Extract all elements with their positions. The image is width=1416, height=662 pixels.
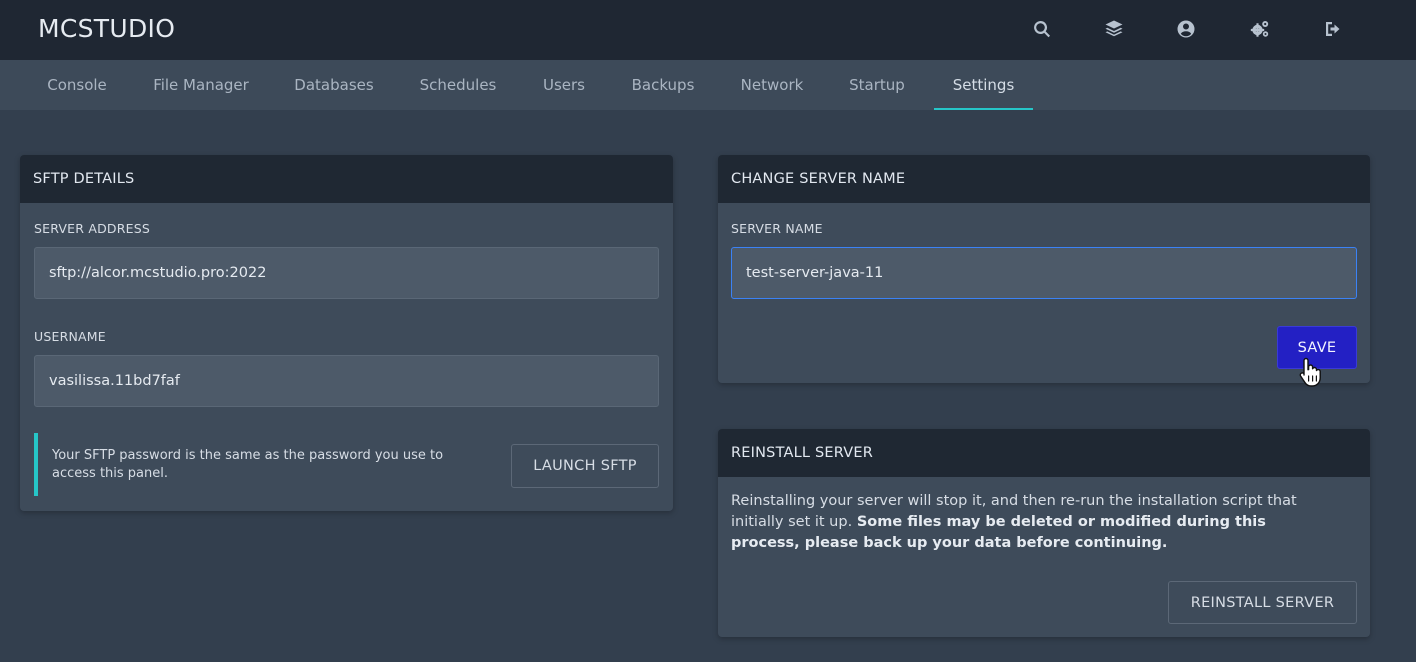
tab-network[interactable]: Network [729, 60, 815, 110]
card-title: SFTP DETAILS [20, 155, 673, 203]
brand-logo[interactable]: MCSTUDIO [38, 14, 175, 43]
sftp-details-card: SFTP DETAILS SERVER ADDRESS USERNAME You… [20, 155, 673, 511]
sign-out-icon[interactable] [1320, 16, 1346, 42]
user-circle-icon[interactable] [1173, 16, 1199, 42]
tab-schedules[interactable]: Schedules [406, 60, 510, 110]
sftp-password-note: Your SFTP password is the same as the pa… [34, 433, 464, 496]
reinstall-server-card: REINSTALL SERVER Reinstalling your serve… [718, 429, 1370, 637]
card-title: CHANGE SERVER NAME [718, 155, 1370, 203]
top-bar: MCSTUDIO [0, 0, 1416, 60]
sftp-password-note-text: Your SFTP password is the same as the pa… [52, 447, 444, 481]
server-address-label: SERVER ADDRESS [34, 221, 150, 236]
username-label: USERNAME [34, 329, 106, 344]
server-name-label: SERVER NAME [731, 221, 823, 236]
search-icon[interactable] [1029, 16, 1055, 42]
save-button[interactable]: SAVE [1277, 326, 1357, 369]
reinstall-description: Reinstalling your server will stop it, a… [731, 491, 1331, 554]
tab-databases[interactable]: Databases [282, 60, 386, 110]
username-field[interactable] [34, 355, 659, 407]
tab-users[interactable]: Users [531, 60, 597, 110]
tab-startup[interactable]: Startup [837, 60, 917, 110]
launch-sftp-button[interactable]: LAUNCH SFTP [511, 444, 659, 488]
cogs-icon[interactable] [1247, 16, 1273, 42]
server-nav: Console File Manager Databases Schedules… [0, 60, 1416, 110]
reinstall-server-button[interactable]: REINSTALL SERVER [1168, 581, 1357, 624]
tab-backups[interactable]: Backups [619, 60, 707, 110]
card-title: REINSTALL SERVER [718, 429, 1370, 477]
tab-settings[interactable]: Settings [934, 60, 1033, 110]
tab-file-manager[interactable]: File Manager [140, 60, 262, 110]
server-address-field[interactable] [34, 247, 659, 299]
server-name-input[interactable] [731, 247, 1357, 299]
tab-console[interactable]: Console [36, 60, 118, 110]
change-server-name-card: CHANGE SERVER NAME SERVER NAME SAVE [718, 155, 1370, 383]
layers-icon[interactable] [1101, 16, 1127, 42]
